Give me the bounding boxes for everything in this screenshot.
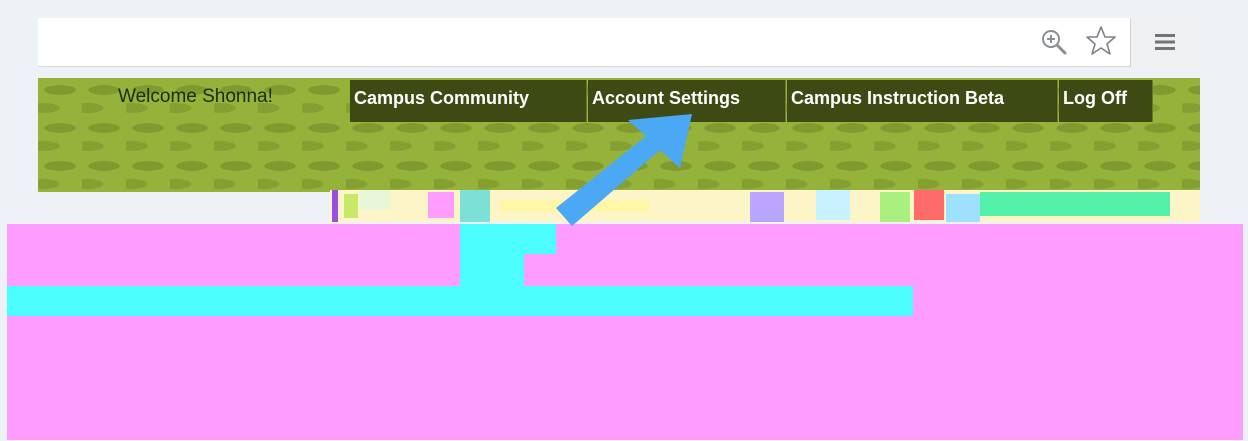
- corrupted-image-area: [7, 224, 1243, 440]
- browser-address-bar[interactable]: [38, 18, 1160, 67]
- corrupted-image-strip: [330, 190, 1200, 222]
- welcome-message: Welcome Shonna!: [118, 86, 273, 107]
- hamburger-menu-icon: [1155, 34, 1175, 50]
- nav-log-off[interactable]: Log Off: [1059, 80, 1153, 122]
- bookmark-star-icon[interactable]: [1084, 24, 1118, 58]
- zoom-in-icon[interactable]: [1040, 28, 1068, 56]
- nav-campus-instruction-beta[interactable]: Campus Instruction Beta: [787, 80, 1058, 122]
- pointer-arrow-icon: [556, 114, 692, 226]
- corrupted-cyan-bar: [7, 286, 913, 316]
- corrupted-pink-notch: [524, 254, 556, 286]
- corrupted-cyan-stem: [460, 254, 524, 288]
- browser-menu-button[interactable]: [1130, 18, 1201, 67]
